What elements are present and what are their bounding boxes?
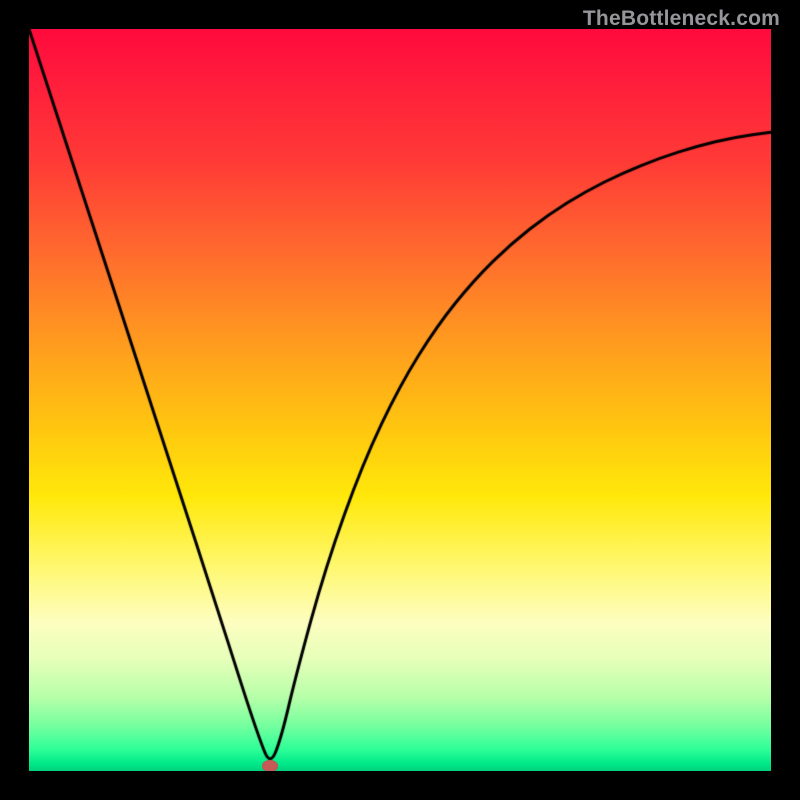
- chart-stage: TheBottleneck.com: [0, 0, 800, 800]
- bottleneck-curve: [29, 29, 771, 771]
- optimum-marker-icon: [262, 760, 278, 771]
- watermark-text: TheBottleneck.com: [583, 7, 780, 31]
- plot-area: [29, 29, 771, 771]
